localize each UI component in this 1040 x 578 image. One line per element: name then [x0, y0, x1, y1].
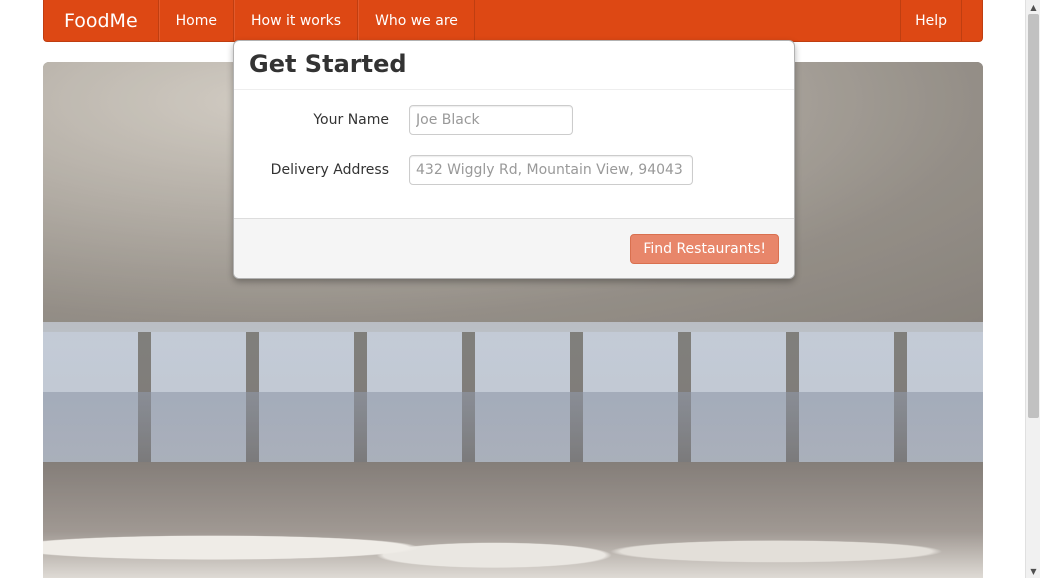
page-scrollbar[interactable]: ▲ ▼ [1025, 0, 1040, 578]
get-started-modal: Get Started Your Name Delivery Address F… [233, 40, 795, 279]
modal-body: Your Name Delivery Address [234, 90, 794, 220]
triangle-up-icon[interactable]: ▲ [1026, 0, 1040, 14]
nav-item-who-we-are[interactable]: Who we are [358, 0, 475, 41]
nav-item-home[interactable]: Home [158, 0, 234, 41]
triangle-down-icon[interactable]: ▼ [1026, 564, 1040, 578]
modal-footer: Find Restaurants! [234, 218, 794, 278]
address-input[interactable] [409, 155, 693, 185]
address-row: Delivery Address [234, 155, 794, 185]
address-label: Delivery Address [270, 162, 389, 178]
scroll-thumb[interactable] [1028, 14, 1039, 418]
top-navbar: FoodMe Home How it works Who we are Help [43, 0, 983, 42]
modal-title: Get Started [249, 50, 407, 78]
nav-item-how-it-works[interactable]: How it works [234, 0, 358, 41]
name-row: Your Name [234, 105, 794, 135]
modal-header: Get Started [234, 41, 794, 90]
name-input[interactable] [409, 105, 573, 135]
name-label: Your Name [313, 112, 389, 128]
brand-logo[interactable]: FoodMe [44, 0, 159, 41]
nav-item-help[interactable]: Help [900, 0, 962, 41]
find-restaurants-button[interactable]: Find Restaurants! [630, 233, 779, 264]
